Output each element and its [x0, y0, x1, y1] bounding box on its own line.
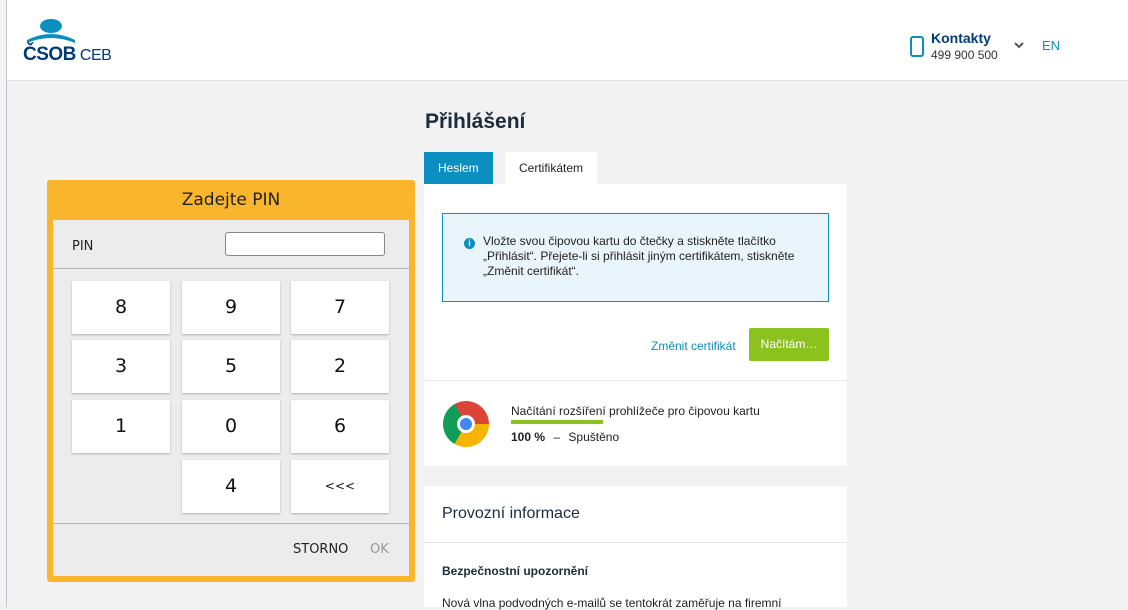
tab-password[interactable]: Heslem — [424, 152, 493, 184]
pin-input[interactable] — [225, 232, 385, 256]
logo-wordmark: ČSOB CEB — [23, 44, 112, 66]
extension-label: Načítání rozšíření prohlížeče pro čipovo… — [511, 404, 760, 418]
chrome-icon — [443, 401, 489, 447]
key-2[interactable]: 2 — [291, 340, 389, 393]
key-3[interactable]: 3 — [72, 340, 170, 393]
divider — [424, 542, 847, 543]
extension-status-text: Spuštěno — [568, 430, 620, 444]
key-8[interactable]: 8 — [72, 281, 170, 334]
app-frame: ČSOB CEB Kontakty 499 900 500 EN Přihláše… — [6, 0, 1128, 610]
operations-title: Provozní informace — [442, 505, 580, 522]
tab-certificate[interactable]: Certifikátem — [505, 152, 598, 184]
key-9[interactable]: 9 — [182, 281, 280, 334]
csob-logo[interactable]: ČSOB CEB — [21, 18, 131, 68]
logo-brand: ČSOB — [23, 44, 76, 65]
logo-sub: CEB — [79, 47, 112, 64]
ok-button[interactable]: OK — [370, 542, 389, 557]
page-title: Přihlášení — [425, 110, 526, 133]
cancel-button[interactable]: STORNO — [293, 542, 348, 557]
key-0[interactable]: 0 — [182, 400, 280, 453]
security-notice-title: Bezpečnostní upozornění — [442, 564, 589, 578]
header: ČSOB CEB Kontakty 499 900 500 EN — [7, 0, 1128, 81]
status-dash: – — [553, 430, 561, 444]
backspace-key[interactable]: <<< — [291, 460, 389, 513]
pin-label: PIN — [72, 239, 94, 254]
contacts-label: Kontakty — [931, 30, 991, 46]
contacts-phone: 499 900 500 — [931, 48, 998, 62]
divider — [53, 523, 409, 524]
change-certificate-link[interactable]: Změnit certifikát — [651, 339, 736, 353]
operations-card: Provozní informace Bezpečnostní upozorně… — [424, 486, 847, 610]
phone-icon — [910, 36, 924, 57]
login-card: i Vložte svou čipovou kartu do čtečky a … — [424, 184, 847, 466]
security-notice-text: Nová vlna podvodných e-mailů se tentokrá… — [442, 596, 782, 610]
key-7[interactable]: 7 — [291, 281, 389, 334]
info-icon: i — [464, 238, 475, 249]
info-box: i Vložte svou čipovou kartu do čtečky a … — [442, 213, 829, 302]
extension-status: 100 % – Spuštěno — [511, 430, 619, 444]
pin-dialog: Zadejte PIN PIN 8 9 7 3 5 2 1 0 6 4 <<< … — [47, 180, 415, 582]
pin-dialog-body: PIN 8 9 7 3 5 2 1 0 6 4 <<< STORNO OK — [53, 220, 409, 576]
extension-progress-fill — [511, 420, 603, 424]
key-4[interactable]: 4 — [182, 460, 280, 513]
info-text: Vložte svou čipovou kartu do čtečky a st… — [483, 234, 795, 278]
key-6[interactable]: 6 — [291, 400, 389, 453]
chevron-down-icon — [1014, 42, 1024, 49]
extension-progress-bar — [511, 420, 603, 424]
language-switch[interactable]: EN — [1042, 38, 1060, 53]
login-button[interactable]: Načítám… — [749, 328, 829, 361]
divider — [424, 380, 847, 381]
key-1[interactable]: 1 — [72, 400, 170, 453]
pin-dialog-title: Zadejte PIN — [181, 190, 281, 210]
divider — [53, 268, 409, 269]
key-5[interactable]: 5 — [182, 340, 280, 393]
extension-percent: 100 % — [511, 430, 546, 444]
